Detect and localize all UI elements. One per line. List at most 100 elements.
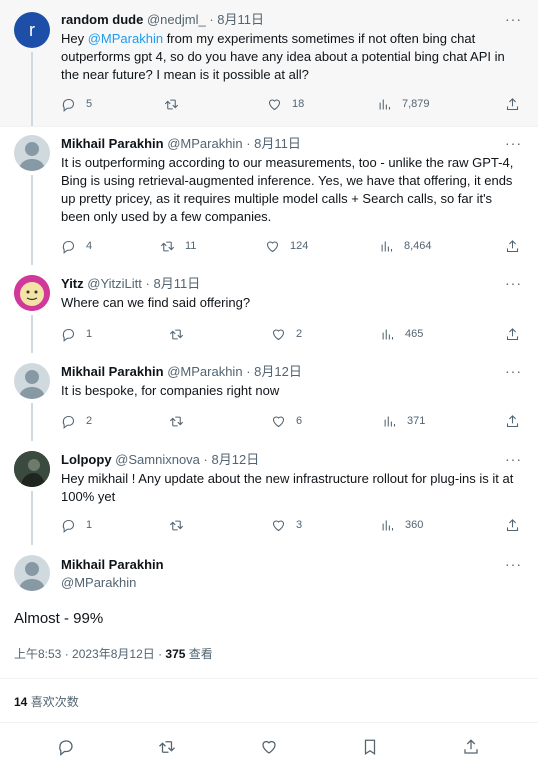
like-button[interactable]: 124 (265, 237, 308, 255)
avatar[interactable] (14, 135, 50, 171)
analytics-icon (381, 241, 393, 251)
share-icon (506, 239, 519, 252)
tweet-actions: 5 18 7,879 (61, 95, 523, 113)
analytics-icon (382, 520, 394, 530)
retweet-icon (159, 741, 175, 753)
reply-tweet[interactable]: Mikhail Parakhin @MParakhin · 8月11日 ··· … (0, 127, 538, 265)
retweet-button[interactable] (164, 95, 189, 113)
view-count: 465 (405, 328, 424, 340)
handle[interactable]: @Samnixnova (115, 452, 200, 467)
more-options-icon[interactable]: ··· (505, 557, 522, 571)
reply-count: 1 (86, 519, 93, 531)
reply-icon (62, 519, 75, 533)
retweet-icon (164, 99, 179, 109)
retweet-button[interactable]: 11 (160, 237, 196, 255)
tweet-actions: 1 3 360 (61, 516, 523, 534)
heart-icon (272, 519, 285, 531)
views-button[interactable]: 8,464 (379, 237, 432, 255)
likes-summary[interactable]: 14 喜欢次数 (14, 694, 79, 710)
display-name[interactable]: Mikhail Parakhin (61, 364, 164, 379)
more-options-icon[interactable]: ··· (505, 12, 522, 26)
share-button[interactable] (462, 738, 480, 761)
reply-button[interactable]: 2 (61, 412, 92, 430)
avatar[interactable] (14, 451, 50, 487)
retweet-icon (169, 520, 184, 530)
share-button[interactable] (505, 325, 520, 343)
avatar[interactable] (14, 555, 50, 591)
like-button[interactable]: 3 (271, 516, 302, 534)
display-name[interactable]: Lolpopy (61, 452, 112, 467)
retweet-button[interactable] (169, 516, 184, 534)
handle[interactable]: @nedjml_ (147, 12, 206, 27)
share-button[interactable] (505, 237, 520, 255)
tweet-date[interactable]: 8月11日 (153, 276, 200, 291)
reply-icon (59, 740, 73, 756)
share-icon (506, 414, 519, 427)
retweet-button[interactable] (158, 738, 176, 761)
views-button[interactable]: 465 (380, 325, 423, 343)
retweet-count: 11 (185, 240, 197, 252)
tweet-text: Hey mikhail ! Any update about the new i… (61, 471, 514, 504)
like-button[interactable]: 2 (271, 325, 302, 343)
reply-icon (62, 328, 75, 342)
reply-icon (62, 240, 75, 254)
more-options-icon[interactable]: ··· (505, 452, 522, 466)
avatar[interactable] (14, 363, 50, 399)
avatar[interactable]: r (14, 12, 50, 48)
handle[interactable]: @MParakhin (61, 575, 136, 591)
tweet-text: It is bespoke, for companies right now (61, 383, 280, 398)
reply-tweet[interactable]: Yitz @YitziLitt · 8月11日 ··· Where can we… (0, 265, 538, 353)
retweet-button[interactable] (169, 412, 184, 430)
thread-line (31, 52, 33, 126)
reply-button[interactable]: 4 (61, 237, 92, 255)
like-count: 124 (290, 240, 309, 252)
separator-dot: · (246, 136, 251, 151)
likes-count: 14 (14, 695, 28, 709)
share-button[interactable] (505, 412, 520, 430)
more-options-icon[interactable]: ··· (505, 276, 522, 290)
reply-tweet[interactable]: r random dude @nedjml_ · 8月11日 ··· Hey @… (0, 0, 538, 126)
view-count: 7,879 (402, 98, 430, 110)
display-name[interactable]: Mikhail Parakhin (61, 557, 164, 573)
like-button[interactable] (260, 738, 278, 761)
display-name[interactable]: Mikhail Parakhin (61, 136, 164, 151)
share-icon (506, 97, 519, 110)
tweet-header: random dude @nedjml_ · 8月11日 (61, 12, 264, 28)
analytics-icon (384, 416, 396, 426)
more-options-icon[interactable]: ··· (505, 136, 522, 150)
like-button[interactable]: 18 (267, 95, 304, 113)
display-name[interactable]: random dude (61, 12, 143, 27)
handle[interactable]: @YitziLitt (87, 276, 142, 291)
thread-line (31, 315, 33, 353)
more-options-icon[interactable]: ··· (505, 364, 522, 378)
mention-link[interactable]: @MParakhin (88, 31, 163, 46)
display-name[interactable]: Yitz (61, 276, 84, 291)
handle[interactable]: @MParakhin (167, 364, 242, 379)
reply-tweet[interactable]: Lolpopy @Samnixnova · 8月12日 ··· Hey mikh… (0, 441, 538, 545)
reply-button[interactable]: 1 (61, 516, 92, 534)
retweet-button[interactable] (169, 325, 184, 343)
bookmark-button[interactable] (361, 738, 379, 761)
tweet-actions: 1 2 465 (61, 325, 523, 343)
tweet-date[interactable]: 8月11日 (254, 136, 301, 151)
handle[interactable]: @MParakhin (167, 136, 242, 151)
retweet-icon (160, 241, 175, 251)
tweet-date[interactable]: 8月12日 (254, 364, 302, 379)
reply-button[interactable]: 1 (61, 325, 92, 343)
reply-button[interactable]: 5 (61, 95, 92, 113)
divider (0, 722, 538, 723)
tweet-date[interactable]: 8月12日 (212, 452, 260, 467)
views-button[interactable]: 371 (382, 412, 425, 430)
share-button[interactable] (505, 95, 520, 113)
views-button[interactable]: 360 (380, 516, 423, 534)
share-button[interactable] (505, 516, 520, 534)
like-button[interactable]: 6 (271, 412, 302, 430)
views-button[interactable]: 7,879 (377, 95, 430, 113)
reply-button[interactable] (57, 738, 75, 761)
reply-tweet[interactable]: Mikhail Parakhin @MParakhin · 8月12日 ··· … (0, 353, 538, 441)
retweet-icon (169, 329, 184, 339)
tweet-timestamp[interactable]: 上午8:53 · 2023年8月12日 · 375 查看 (14, 646, 213, 662)
reply-count: 1 (86, 328, 93, 340)
avatar[interactable] (14, 275, 50, 311)
tweet-date[interactable]: 8月11日 (217, 12, 264, 27)
